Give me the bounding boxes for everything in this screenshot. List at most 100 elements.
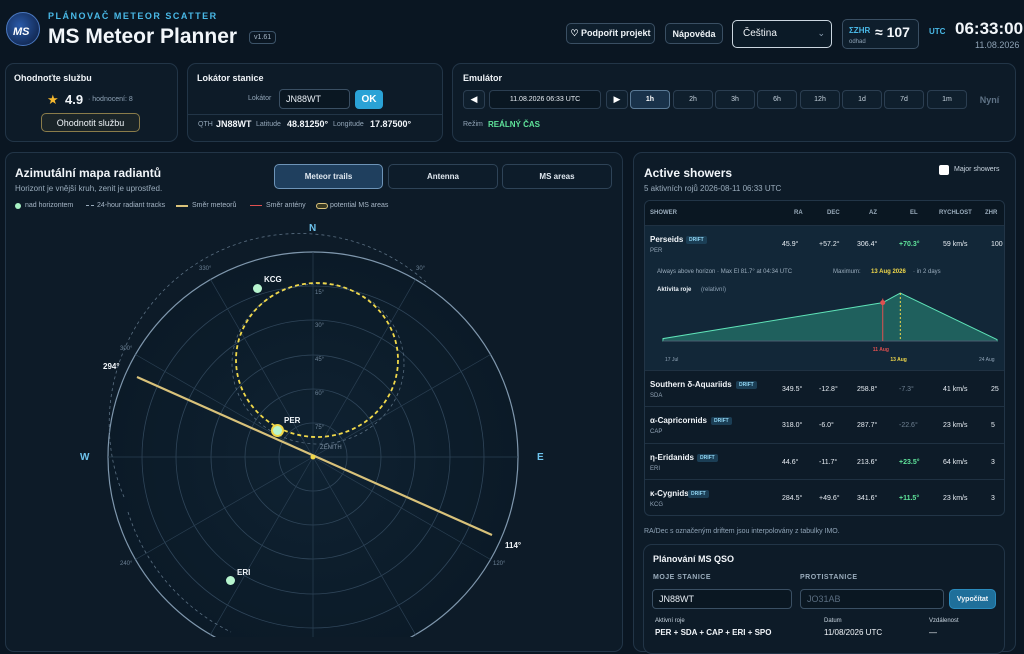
now-button[interactable]: Nyní xyxy=(973,90,1006,109)
tab-meteor-trails[interactable]: Meteor trails xyxy=(274,164,383,189)
radiant-map[interactable] xyxy=(6,212,622,637)
map-desc: Horizont je vnější kruh, zenit je uprost… xyxy=(15,184,163,193)
distance-value: — xyxy=(929,628,937,637)
azimuth-label: 30° xyxy=(416,266,426,272)
radiant-dot-eri[interactable] xyxy=(225,575,235,585)
altitude-label: 15° xyxy=(315,290,325,296)
prev-arrow-icon[interactable]: ◀ xyxy=(463,90,485,109)
lon-value: 17.87500° xyxy=(370,119,412,129)
shower-name: α-Capricornids xyxy=(650,416,707,425)
altitude-label: 45° xyxy=(315,357,325,363)
drift-badge: DRIFT xyxy=(688,490,709,498)
radiant-label: KCG xyxy=(264,275,282,284)
cell-dec: +49.6° xyxy=(819,495,840,502)
legend-antenna-dir: Směr antény xyxy=(250,202,306,209)
shower-code: KCG xyxy=(650,502,664,508)
zenith-label: ZENITH xyxy=(320,445,342,451)
other-station-input[interactable]: JO31AB xyxy=(800,589,944,609)
zhr-key: ΣZHR xyxy=(849,26,871,35)
shower-name: Perseids xyxy=(650,235,684,244)
table-row[interactable]: κ-Cygnids DRIFT KCG 284.5° +49.6° 341.6° +11.5… xyxy=(645,479,1004,515)
column-header: RYCHLOST xyxy=(939,210,972,216)
cell-az: 258.8° xyxy=(857,386,878,393)
major-showers-checkbox[interactable] xyxy=(939,165,949,175)
cell-az: 306.4° xyxy=(857,241,878,248)
emulator-datetime[interactable]: 11.08.2026 06:33 UTC xyxy=(489,90,601,109)
step-button-1d[interactable]: 1d xyxy=(842,90,882,109)
x-tick-start: 17 Jul xyxy=(665,357,679,363)
help-button[interactable]: Nápověda xyxy=(665,23,723,44)
app-subtitle: PLÁNOVAČ METEOR SCATTER xyxy=(48,11,218,21)
lon-label: Longitude xyxy=(333,121,364,128)
tab-ms-areas[interactable]: MS areas xyxy=(502,164,612,189)
radiant-dot-per[interactable] xyxy=(270,423,284,437)
direction-end-label: 114° xyxy=(505,541,522,550)
step-button-1m[interactable]: 1m xyxy=(927,90,967,109)
step-button-2h[interactable]: 2h xyxy=(673,90,713,109)
zhr-widget: ΣZHR ≈ 107 odhad xyxy=(842,19,919,49)
azimuth-label: 330° xyxy=(199,266,212,272)
now-point xyxy=(880,300,886,306)
my-station-label: MOJE STANICE xyxy=(653,574,711,581)
cell-dec: +57.2° xyxy=(819,241,840,248)
cell-el: -7.3° xyxy=(899,386,914,393)
direction-start-label: 294° xyxy=(103,362,120,371)
x-tick-max: 13 Aug xyxy=(890,357,907,363)
cell-az: 213.6° xyxy=(857,459,878,466)
radiant-dot-kcg[interactable] xyxy=(252,283,262,293)
calculate-button[interactable]: Vypočítat xyxy=(949,589,996,609)
column-header: ZHR xyxy=(985,210,998,216)
chevron-down-icon: ⌄ xyxy=(817,28,825,38)
language-select[interactable]: Čeština ⌄ xyxy=(732,20,832,48)
map-title: Azimutální mapa radiantů xyxy=(15,166,162,180)
active-showers-label: Aktivní roje xyxy=(655,618,685,624)
mode-value: REÁLNÝ ČAS xyxy=(488,120,541,129)
compass-east: E xyxy=(537,452,544,463)
date-value: 11/08/2026 UTC xyxy=(824,628,883,637)
my-station-input[interactable]: JN88WT xyxy=(652,589,792,609)
rating-title: Ohodnoťte službu xyxy=(14,73,92,83)
cell-dec: -11.7° xyxy=(819,459,838,466)
column-header: DEC xyxy=(827,210,840,216)
rating-count: · hodnocení: 8 xyxy=(88,96,133,103)
perseids-detail: Always above horizon · Max El 81.7° at 0… xyxy=(645,259,1004,369)
clock-date: 11.08.2026 xyxy=(975,40,1020,50)
cell-el: +23.5° xyxy=(899,459,920,466)
shower-code: SDA xyxy=(650,393,663,399)
lat-value: 48.81250° xyxy=(287,119,329,129)
cell-ra: 349.5° xyxy=(782,386,803,393)
step-button-6h[interactable]: 6h xyxy=(757,90,797,109)
version-badge: v1.61 xyxy=(249,31,277,44)
cell-zhr: 5 xyxy=(991,422,995,429)
shower-name: η-Eridanids xyxy=(650,453,695,462)
tab-antenna[interactable]: Antenna xyxy=(388,164,498,189)
locator-input[interactable]: JN88WT xyxy=(279,89,350,109)
rate-button[interactable]: Ohodnotit službu xyxy=(41,113,140,132)
station-title: Lokátor stanice xyxy=(197,73,264,83)
cell-v: 59 km/s xyxy=(943,241,968,248)
column-header: EL xyxy=(910,210,918,216)
dot-icon xyxy=(15,202,21,209)
qth-value: JN88WT xyxy=(216,119,252,129)
cell-el: -22.6° xyxy=(899,422,918,429)
step-button-7d[interactable]: 7d xyxy=(884,90,924,109)
step-button-3h[interactable]: 3h xyxy=(715,90,755,109)
step-button-12h[interactable]: 12h xyxy=(800,90,840,109)
utc-label: UTC xyxy=(929,27,946,36)
support-button[interactable]: ♡ Podpořit projekt xyxy=(566,23,655,44)
table-row[interactable]: η-Eridanids DRIFT ERI 44.6° -11.7° 213.6° +23.… xyxy=(645,443,1004,479)
cell-ra: 284.5° xyxy=(782,495,803,502)
legend-meteor-dir: Směr meteorů xyxy=(176,202,236,209)
step-button-1h[interactable]: 1h xyxy=(630,90,670,109)
ok-button[interactable]: OK xyxy=(355,90,383,109)
locator-label: Lokátor xyxy=(248,95,272,102)
cell-v: 41 km/s xyxy=(943,386,968,393)
next-arrow-icon[interactable]: ▶ xyxy=(606,90,628,109)
activity-area xyxy=(662,292,998,342)
shower-code: ERI xyxy=(650,466,661,472)
table-row[interactable]: α-Capricornids DRIFT CAP 318.0° -6.0° 287.7° -… xyxy=(645,406,1004,443)
table-row[interactable]: Southern δ-Aquariids DRIFT SDA 349.5° -12.8°… xyxy=(645,370,1004,406)
shower-code: CAP xyxy=(650,429,663,435)
app-header: MS PLÁNOVAČ METEOR SCATTER MS Meteor Pla… xyxy=(0,0,1024,62)
legend-above-horizon: nad horizontem xyxy=(15,202,73,209)
